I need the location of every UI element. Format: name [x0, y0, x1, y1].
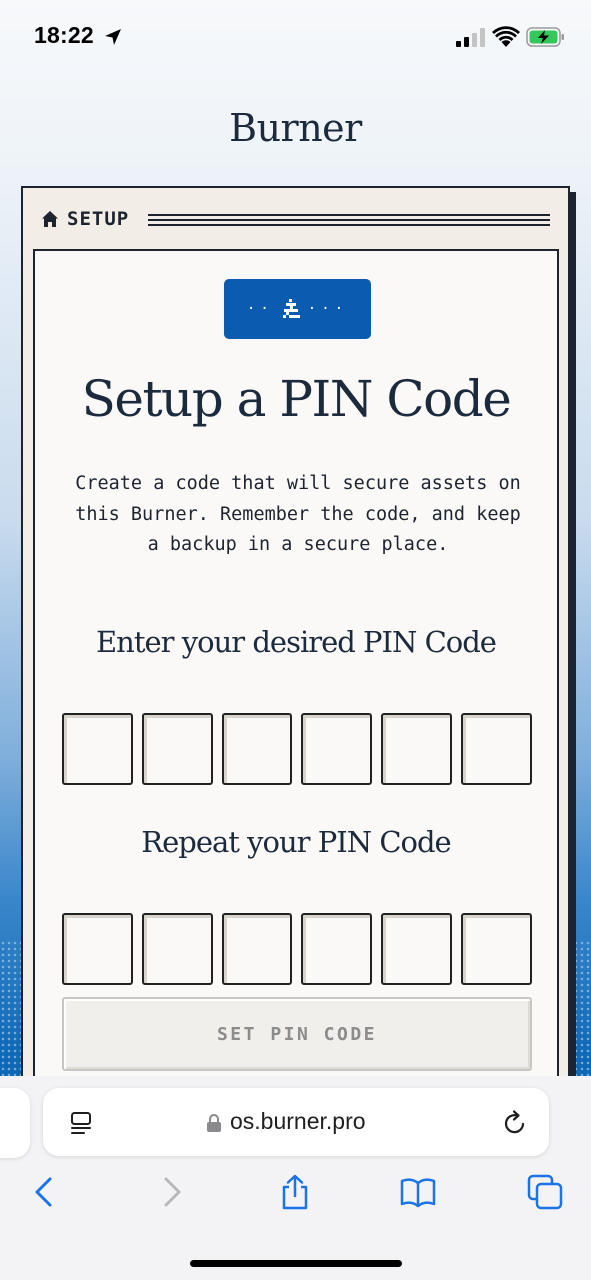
page-menu-icon[interactable] — [68, 1110, 94, 1136]
badge-dots-right: ··· — [307, 301, 349, 317]
share-icon[interactable] — [277, 1174, 313, 1210]
browser-toolbar-area: os.burner.pro — [0, 1076, 591, 1280]
pin-digit-input[interactable] — [301, 713, 373, 785]
setup-window: SETUP ·· ··· Setup a PIN Code Create a c… — [21, 186, 570, 1109]
pin-digit-input[interactable] — [221, 713, 293, 785]
repeat-pin-digit-input[interactable] — [141, 913, 213, 985]
cellular-signal-icon — [456, 28, 485, 47]
enter-pin-label: Enter your desired PIN Code — [96, 625, 497, 659]
repeat-pin-digit-input[interactable] — [62, 913, 133, 985]
setup-panel: ·· ··· Setup a PIN Code Create a code th… — [33, 249, 559, 1109]
previous-tab-preview[interactable] — [0, 1088, 30, 1158]
wifi-icon — [492, 26, 520, 47]
back-icon[interactable] — [26, 1174, 62, 1210]
repeat-pin-digit-input[interactable] — [221, 913, 293, 985]
title-bar-lines — [148, 214, 550, 226]
home-icon[interactable] — [41, 210, 59, 228]
status-bar: 18:22 — [0, 0, 591, 76]
setup-description: Create a code that will secure assets on… — [75, 473, 521, 555]
bookmarks-icon[interactable] — [400, 1174, 436, 1210]
burner-logo-icon — [282, 299, 300, 318]
pin-digit-input[interactable] — [381, 713, 453, 785]
url-text: os.burner.pro — [230, 1108, 366, 1134]
page-title: Setup a PIN Code — [81, 370, 512, 428]
app-title: Burner — [229, 106, 362, 150]
battery-charging-icon — [526, 27, 564, 47]
pin-digit-input[interactable] — [62, 713, 133, 785]
burner-badge: ·· ··· — [224, 279, 371, 339]
background-pattern-right — [567, 940, 591, 1080]
browser-nav-toolbar — [0, 1174, 591, 1218]
repeat-pin-label: Repeat your PIN Code — [141, 825, 451, 859]
window-header: SETUP — [23, 188, 568, 250]
pin-digit-input[interactable] — [461, 713, 532, 785]
status-time: 18:22 — [34, 22, 94, 48]
repeat-pin-digit-input[interactable] — [381, 913, 453, 985]
repeat-pin-input-group — [62, 913, 532, 985]
home-indicator — [190, 1260, 402, 1267]
location-arrow-icon — [105, 29, 121, 45]
pin-digit-input[interactable] — [141, 713, 213, 785]
address-bar[interactable]: os.burner.pro — [43, 1088, 549, 1156]
badge-dots-left: ·· — [246, 301, 274, 317]
reload-icon[interactable] — [501, 1109, 529, 1137]
repeat-pin-digit-input[interactable] — [461, 913, 532, 985]
forward-icon[interactable] — [154, 1174, 190, 1210]
set-pin-code-button[interactable]: SET PIN CODE — [62, 997, 532, 1071]
repeat-pin-digit-input[interactable] — [301, 913, 373, 985]
window-title: SETUP — [67, 208, 130, 230]
tabs-icon[interactable] — [527, 1174, 563, 1210]
lock-icon — [207, 1114, 221, 1132]
pin-input-group — [62, 713, 532, 785]
